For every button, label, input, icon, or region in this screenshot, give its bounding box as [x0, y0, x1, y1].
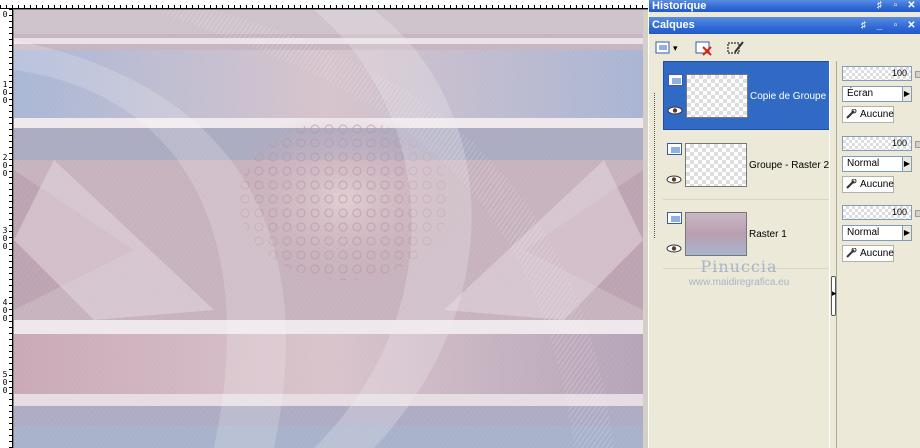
delete-layer-icon	[695, 41, 712, 56]
eye-icon[interactable]	[667, 106, 683, 115]
layer-type-icon	[667, 212, 682, 224]
blend-mode-select[interactable]: Normal ▶	[842, 225, 912, 241]
mask-button[interactable]: Aucune	[842, 176, 894, 193]
watermark-name: Pinuccia	[700, 257, 778, 276]
link-icon	[846, 248, 857, 258]
link-icon	[846, 179, 857, 189]
blend-mode-select[interactable]: Normal ▶	[842, 156, 912, 172]
dropdown-arrow-icon[interactable]: ▶	[902, 225, 912, 241]
restore-icon[interactable]: ▫	[890, 0, 901, 12]
ruler-label: 4 0 0	[2, 298, 8, 323]
mask-button[interactable]: Aucune	[842, 106, 894, 123]
chevron-right-icon[interactable]: ▸	[832, 288, 837, 299]
mask-button[interactable]: Aucune	[842, 245, 894, 262]
mask-value: Aucune	[860, 248, 894, 259]
scroll-stub	[915, 210, 920, 217]
layer-name: Groupe - Raster 2	[749, 160, 830, 171]
ruler-label: 5 0 0	[2, 370, 8, 395]
blend-mode-value: Écran	[847, 88, 874, 99]
minimize-icon[interactable]: _	[874, 17, 885, 34]
scroll-stub	[915, 71, 920, 78]
opacity-value: 100	[891, 68, 907, 78]
opacity-slider[interactable]: 100	[842, 205, 912, 220]
dropdown-arrow-icon[interactable]: ▶	[902, 156, 912, 172]
right-panels: Historique ♯ ▫ ✕ Calques ♯ _ ▫ ✕ ▾ Copie…	[648, 0, 920, 448]
layer-props-row: 100 Normal ▶ Aucune	[842, 200, 920, 269]
layers-title-bar[interactable]: Calques ♯ _ ▫ ✕	[649, 17, 920, 34]
eye-icon[interactable]	[666, 244, 682, 253]
edit-selection-button[interactable]	[727, 38, 745, 58]
group-tree-line	[654, 93, 655, 238]
close-icon[interactable]: ✕	[906, 0, 917, 12]
layer-name: Raster 1	[749, 229, 787, 240]
layers-toolbar: ▾	[649, 34, 920, 60]
close-icon[interactable]: ✕	[906, 17, 917, 34]
layers-title: Calques	[652, 19, 695, 31]
layer-name: Copie de Groupe -	[750, 91, 833, 102]
layer-row[interactable]: Copie de Groupe -	[663, 61, 833, 130]
mask-value: Aucune	[860, 109, 894, 120]
pin-icon[interactable]: ♯	[874, 0, 885, 12]
image-canvas[interactable]	[14, 10, 643, 448]
ruler-label: 1 0 0	[2, 80, 8, 105]
layer-row[interactable]: Groupe - Raster 2	[663, 131, 833, 200]
restore-icon[interactable]: ▫	[890, 17, 901, 34]
eye-icon[interactable]	[666, 175, 682, 184]
opacity-slider[interactable]: 100	[842, 136, 912, 151]
delete-layer-button[interactable]	[695, 38, 713, 58]
canvas-area[interactable]: 0 1 0 0 2 0 0 3 0 0 4 0 0 5 0 0	[0, 0, 648, 448]
pin-icon[interactable]: ♯	[858, 17, 869, 34]
scroll-stub	[915, 141, 920, 148]
layer-thumbnail	[685, 143, 747, 187]
watermark: Pinuccia www.maidiregrafica.eu	[649, 257, 829, 288]
opacity-slider[interactable]: 100	[842, 66, 912, 81]
layers-list: Copie de Groupe - Groupe - Raster 2 Rast…	[663, 61, 833, 271]
chevron-down-icon[interactable]: ▾	[673, 43, 678, 54]
ruler-label: 3 0 0	[2, 226, 8, 251]
new-layer-icon	[655, 41, 670, 54]
dropdown-arrow-icon[interactable]: ▶	[902, 86, 912, 102]
artwork	[14, 10, 643, 448]
layer-props-row: 100 Écran ▶ Aucune	[842, 61, 920, 130]
ruler-label: 2 0 0	[2, 153, 8, 178]
blend-mode-select[interactable]: Écran ▶	[842, 86, 912, 102]
new-layer-button[interactable]: ▾	[655, 38, 678, 58]
layer-thumbnail	[685, 212, 747, 256]
watermark-url: www.maidiregrafica.eu	[688, 277, 790, 288]
layer-type-icon	[667, 143, 682, 155]
opacity-value: 100	[891, 138, 907, 148]
edit-selection-icon	[727, 41, 744, 54]
blend-mode-value: Normal	[847, 158, 880, 169]
horizontal-ruler	[0, 0, 648, 9]
layer-props-row: 100 Normal ▶ Aucune	[842, 131, 920, 200]
psp-window: 0 1 0 0 2 0 0 3 0 0 4 0 0 5 0 0 Historiq…	[0, 0, 920, 448]
history-title-bar[interactable]: Historique ♯ ▫ ✕	[649, 0, 920, 12]
layer-type-icon	[668, 74, 683, 86]
history-title: Historique	[652, 0, 707, 12]
opacity-value: 100	[891, 207, 907, 217]
panel-splitter[interactable]: ▸	[829, 61, 837, 448]
link-icon	[846, 109, 857, 119]
vertical-ruler: 0 1 0 0 2 0 0 3 0 0 4 0 0 5 0 0	[0, 9, 13, 448]
mask-value: Aucune	[860, 179, 894, 190]
layer-thumbnail	[686, 74, 748, 118]
blend-mode-value: Normal	[847, 227, 880, 238]
ruler-label: 0	[2, 10, 8, 19]
